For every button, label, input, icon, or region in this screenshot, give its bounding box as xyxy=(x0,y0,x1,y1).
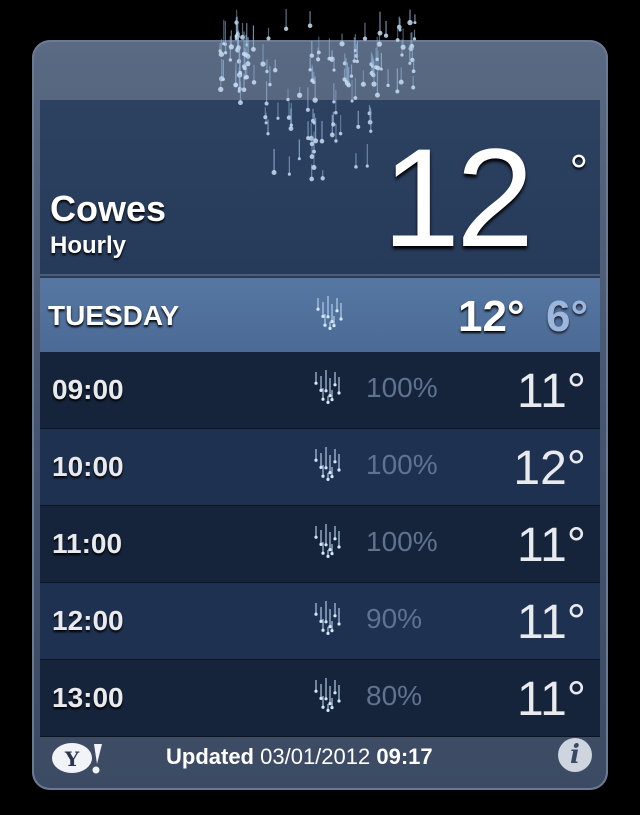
hourly-list: 09:00 100% 11° 10:00 100% 12° 11:00 100%… xyxy=(40,352,600,737)
precip-chance: 80% xyxy=(366,680,423,711)
precip-chance: 100% xyxy=(366,372,438,403)
svg-text:Y: Y xyxy=(64,747,80,771)
day-low-temp: 6° xyxy=(546,292,589,341)
precip-chance: 100% xyxy=(366,449,438,480)
hour-temp: 12° xyxy=(513,442,586,495)
forecast-mode-label: Hourly xyxy=(50,232,127,259)
city-name: Cowes xyxy=(50,188,167,229)
hour-temp: 11° xyxy=(516,519,586,572)
yahoo-logo-icon[interactable]: Y xyxy=(50,740,106,776)
hour-time: 13:00 xyxy=(52,682,124,713)
hourly-row[interactable]: 09:00 100% 11° xyxy=(40,352,600,429)
rain-icon xyxy=(314,370,341,404)
rain-icon xyxy=(314,447,341,481)
hourly-row[interactable]: 11:00 100% 11° xyxy=(40,506,600,583)
day-high-temp: 12° xyxy=(458,292,525,341)
hour-temp: 11° xyxy=(516,596,586,649)
widget-footer: Y Updated 03/01/2012 09:17 i xyxy=(40,732,600,784)
updated-label: Updated xyxy=(166,744,254,769)
hour-temp: 11° xyxy=(516,673,586,726)
day-name: TUESDAY xyxy=(48,300,180,331)
precip-chance: 100% xyxy=(366,526,438,557)
hour-time: 11:00 xyxy=(52,528,123,559)
info-icon[interactable]: i xyxy=(558,738,592,772)
hourly-row[interactable]: 12:00 90% 11° xyxy=(40,583,600,660)
last-updated: Updated 03/01/2012 09:17 xyxy=(166,744,433,770)
hour-time: 09:00 xyxy=(52,374,124,405)
hourly-row[interactable]: 13:00 80% 11° xyxy=(40,660,600,737)
day-summary-row[interactable]: TUESDAY 12° 6° xyxy=(40,276,600,352)
hour-time: 12:00 xyxy=(52,605,124,636)
current-temperature: 12° xyxy=(382,119,534,276)
hour-time: 10:00 xyxy=(52,451,124,482)
weather-widget: Cowes Hourly 12° ° TUESDAY 12° 6° 09:00 … xyxy=(32,40,608,790)
rain-icon xyxy=(316,296,343,330)
degree-symbol: ° xyxy=(569,145,588,197)
updated-time: 09:17 xyxy=(376,744,433,769)
precip-chance: 90% xyxy=(366,603,423,634)
rain-icon xyxy=(314,524,341,558)
rain-icon xyxy=(314,601,341,635)
hourly-row[interactable]: 10:00 100% 12° xyxy=(40,429,600,506)
hour-temp: 11° xyxy=(516,365,586,418)
updated-date: 03/01/2012 xyxy=(260,744,371,769)
rain-icon xyxy=(314,678,341,712)
